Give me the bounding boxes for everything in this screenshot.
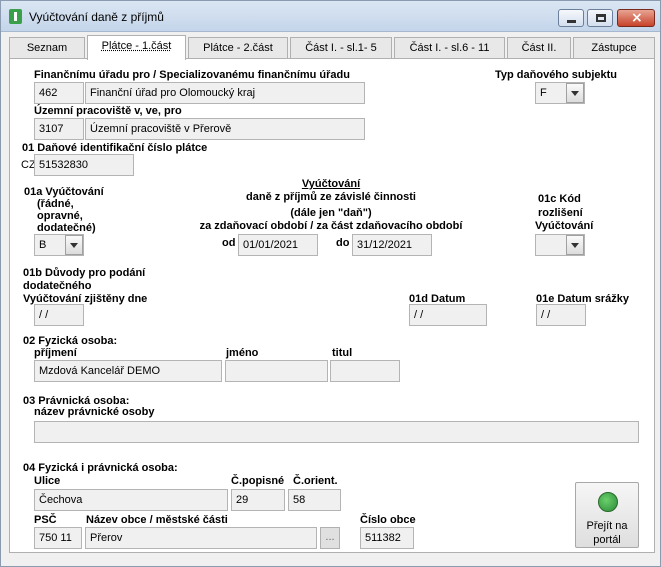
- maximize-button[interactable]: [587, 9, 613, 27]
- settlement-type-label-4: dodatečné): [37, 222, 96, 234]
- portal-label-line1: Přejít na: [586, 520, 628, 532]
- house-number-label: Č.popisné: [231, 475, 285, 487]
- settlement-type-label-3: opravné,: [37, 210, 83, 222]
- firstname-label: jméno: [226, 347, 259, 359]
- close-button[interactable]: ×: [617, 9, 655, 27]
- legal-name-label: název právnické osoby: [34, 406, 155, 418]
- heading-title: Vyúčtování: [301, 178, 361, 190]
- tab-label: Plátce - 1.část: [101, 40, 172, 52]
- street-field[interactable]: Čechova: [34, 489, 228, 511]
- orientation-number-label: Č.orient.: [293, 475, 338, 487]
- heading-line4: za zdaňovací období / za část zdaňovacíh…: [199, 220, 463, 232]
- code-1c-label: 01c Kód: [538, 193, 581, 205]
- portal-button-label: Přejít na portál: [576, 519, 638, 547]
- period-from-label: od: [222, 237, 236, 249]
- city-label: Název obce / městské části: [86, 514, 228, 526]
- tab-seznam[interactable]: Seznam: [9, 37, 85, 59]
- subject-type-label: Typ daňového subjektu: [495, 69, 618, 81]
- street-label: Ulice: [34, 475, 61, 487]
- code-1c-label-2: rozlišení: [538, 207, 583, 219]
- heading-line2: daně z příjmů ze závislé činnosti: [246, 191, 416, 203]
- dic-label: 01 Daňové identifikační číslo plátce: [22, 142, 208, 154]
- legal-name-field[interactable]: [34, 421, 639, 443]
- city-lookup-button[interactable]: ...: [320, 527, 340, 549]
- orientation-number-field[interactable]: 58: [288, 489, 341, 511]
- city-number-field[interactable]: 511382: [360, 527, 414, 549]
- city-number-label: Číslo obce: [360, 514, 416, 526]
- code-1c-label-3: Vyúčtování: [535, 220, 594, 232]
- app-icon: [9, 9, 22, 24]
- reasons-label: 01b Důvody pro podání: [23, 267, 146, 279]
- title-bar: Vyúčtování daně z příjmů ×: [1, 1, 660, 32]
- psc-field[interactable]: 750 11: [34, 527, 82, 549]
- settlement-type-dropdown-icon[interactable]: [65, 235, 83, 255]
- settlement-type-label: 01a Vyúčtování: [24, 186, 104, 198]
- tab-label: Seznam: [26, 42, 68, 54]
- person-label: 02 Fyzická osoba:: [23, 335, 118, 347]
- title-field[interactable]: [330, 360, 400, 382]
- portal-label-line2: portál: [593, 534, 621, 546]
- tab-label: Plátce - 2.část: [203, 42, 273, 54]
- title-label: titul: [332, 347, 353, 359]
- period-from-field[interactable]: 01/01/2021: [238, 234, 318, 256]
- surname-field[interactable]: Mzdová Kancelář DEMO: [34, 360, 222, 382]
- address-label: 04 Fyzická i právnická osoba:: [23, 462, 178, 474]
- tab-cast-1-sl-1-5[interactable]: Část I. - sl.1- 5: [290, 37, 392, 59]
- workplace-code-field[interactable]: 3107: [34, 118, 84, 140]
- tab-cast-2[interactable]: Část II.: [507, 37, 571, 59]
- tab-platce-1[interactable]: Plátce - 1.část: [87, 35, 186, 60]
- office-label: Finančnímu úřadu pro / Specializovanému …: [34, 69, 350, 81]
- window-title: Vyúčtování daně z příjmů: [29, 10, 164, 24]
- code-1c-dropdown-icon[interactable]: [566, 235, 584, 255]
- tab-zastupce[interactable]: Zástupce: [573, 37, 655, 59]
- workplace-name-field[interactable]: Územní pracoviště v Přerově: [85, 118, 365, 140]
- tab-bar: Seznam Plátce - 1.část Plátce - 2.část Č…: [9, 35, 655, 60]
- city-field[interactable]: Přerov: [85, 527, 317, 549]
- tab-label: Část I. - sl.6 - 11: [409, 42, 490, 54]
- workplace-label: Územní pracoviště v, ve, pro: [34, 105, 182, 117]
- close-icon: ×: [631, 10, 643, 26]
- date-1e-field[interactable]: / /: [536, 304, 586, 326]
- subject-type-dropdown-icon[interactable]: [566, 83, 584, 103]
- tab-label: Část II.: [521, 42, 557, 54]
- psc-label: PSČ: [34, 514, 57, 526]
- firstname-field[interactable]: [225, 360, 328, 382]
- reasons-detected-field[interactable]: / /: [34, 304, 84, 326]
- surname-label: příjmení: [34, 347, 77, 359]
- go-to-portal-button[interactable]: Přejít na portál: [575, 482, 639, 548]
- tab-cast-1-sl-6-11[interactable]: Část I. - sl.6 - 11: [394, 37, 505, 59]
- maximize-icon: [596, 14, 606, 22]
- globe-icon: [598, 492, 618, 512]
- main-window: Vyúčtování daně z příjmů × Seznam Plátce…: [0, 0, 661, 567]
- office-code-field[interactable]: 462: [34, 82, 84, 104]
- dic-field[interactable]: 51532830: [34, 154, 134, 176]
- tab-label: Část I. - sl.1- 5: [305, 42, 377, 54]
- tab-platce-2[interactable]: Plátce - 2.část: [188, 37, 288, 59]
- office-name-field[interactable]: Finanční úřad pro Olomoucký kraj: [85, 82, 365, 104]
- minimize-icon: [567, 20, 576, 23]
- reasons-label-2: dodatečného: [23, 280, 92, 292]
- house-number-field[interactable]: 29: [231, 489, 285, 511]
- period-to-label: do: [336, 237, 350, 249]
- heading-line3: (dále jen "daň"): [290, 207, 372, 219]
- minimize-button[interactable]: [558, 9, 584, 27]
- tab-label: Zástupce: [591, 42, 637, 54]
- date-1d-field[interactable]: / /: [409, 304, 487, 326]
- period-to-field[interactable]: 31/12/2021: [352, 234, 432, 256]
- settlement-type-label-2: (řádné,: [37, 198, 74, 210]
